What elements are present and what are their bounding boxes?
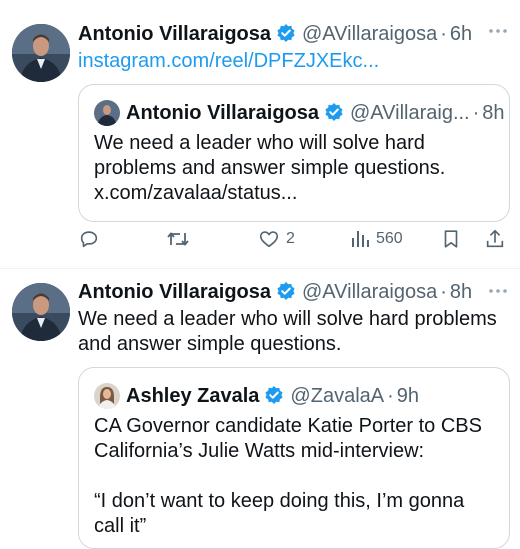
quote-text-line: call it” [94, 515, 147, 537]
share-button[interactable] [484, 228, 506, 250]
like-count: 2 [286, 230, 295, 247]
author-name[interactable]: Antonio Villaraigosa [78, 23, 271, 45]
quote-timestamp: 9h [396, 385, 420, 407]
reply-icon [78, 228, 100, 250]
like-icon [258, 228, 280, 250]
quote-text-line: CA Governor candidate Katie Porter to CB… [94, 415, 482, 437]
verified-badge-icon [276, 281, 296, 307]
verified-badge-icon [264, 385, 284, 411]
quote-handle: @ZavalaA [290, 385, 385, 407]
avatar[interactable] [12, 24, 70, 82]
separator: · [440, 23, 447, 45]
more-icon[interactable] [487, 280, 509, 307]
views-icon [350, 228, 370, 250]
quote-text-line: California’s Julie Watts mid-interview: [94, 440, 425, 462]
tweet-header: Antonio Villaraigosa @AVillaraigosa · 6h [78, 22, 472, 49]
quote-text: CA Governor candidate Katie Porter to CB… [94, 414, 494, 539]
verified-badge-icon [324, 102, 344, 128]
quote-text-line: problems and answer simple questions. [94, 157, 446, 179]
timestamp[interactable]: 8h [450, 281, 472, 303]
tweet-header: Antonio Villaraigosa @AVillaraigosa · 8h [78, 280, 472, 307]
bookmark-button[interactable] [440, 228, 462, 250]
tweet-1[interactable]: Antonio Villaraigosa @AVillaraigosa · 6h in… [0, 0, 520, 268]
separator: · [440, 281, 447, 303]
author-name[interactable]: Antonio Villaraigosa [78, 281, 271, 303]
reply-button[interactable] [78, 228, 100, 250]
quote-text: We need a leader who will solve hard pro… [94, 131, 494, 206]
quote-text-line: We need a leader who will solve hard [94, 132, 425, 154]
timestamp[interactable]: 6h [450, 23, 472, 45]
tweet-text: We need a leader who will solve hard pro… [78, 307, 508, 357]
like-button[interactable]: 2 [258, 228, 295, 250]
retweet-icon [166, 228, 190, 250]
quote-avatar [94, 383, 120, 409]
quote-header: Ashley Zavala @ZavalaA · 9h [126, 384, 419, 411]
author-handle[interactable]: @AVillaraigosa [302, 281, 437, 303]
quoted-tweet[interactable]: Antonio Villaraigosa @AVillaraig... · 8h We… [78, 84, 510, 222]
bookmark-icon [440, 228, 462, 250]
author-handle[interactable]: @AVillaraigosa [302, 23, 437, 45]
views-button[interactable]: 560 [350, 228, 403, 250]
verified-badge-icon [276, 23, 296, 49]
quoted-tweet[interactable]: Ashley Zavala @ZavalaA · 9h CA Governor can… [78, 367, 510, 549]
tweet-link[interactable]: instagram.com/reel/DPFZJXEkc... [78, 50, 379, 73]
retweet-button[interactable] [166, 228, 190, 250]
separator: · [387, 385, 394, 407]
action-bar: 2 560 [78, 228, 508, 256]
separator: · [472, 102, 480, 124]
tweet-text-line: and answer simple questions. [78, 333, 342, 355]
quote-text-blank-line [94, 464, 494, 489]
more-icon[interactable] [487, 20, 509, 47]
quote-text-line: x.com/zavalaa/status... [94, 182, 298, 204]
quote-avatar [94, 100, 120, 126]
quote-header: Antonio Villaraigosa @AVillaraig... · 8h [126, 101, 505, 128]
tweet-2[interactable]: Antonio Villaraigosa @AVillaraigosa · 8h We… [0, 269, 520, 549]
quote-text-line: “I don’t want to keep doing this, I’m go… [94, 490, 465, 512]
quote-author-name: Antonio Villaraigosa [126, 102, 319, 124]
share-icon [484, 228, 506, 250]
quote-timestamp: 8h [482, 102, 505, 124]
quote-author-name: Ashley Zavala [126, 385, 260, 407]
avatar[interactable] [12, 283, 70, 341]
tweet-text-line: We need a leader who will solve hard pro… [78, 308, 497, 330]
views-count: 560 [376, 230, 403, 247]
quote-handle: @AVillaraig... [350, 102, 470, 124]
